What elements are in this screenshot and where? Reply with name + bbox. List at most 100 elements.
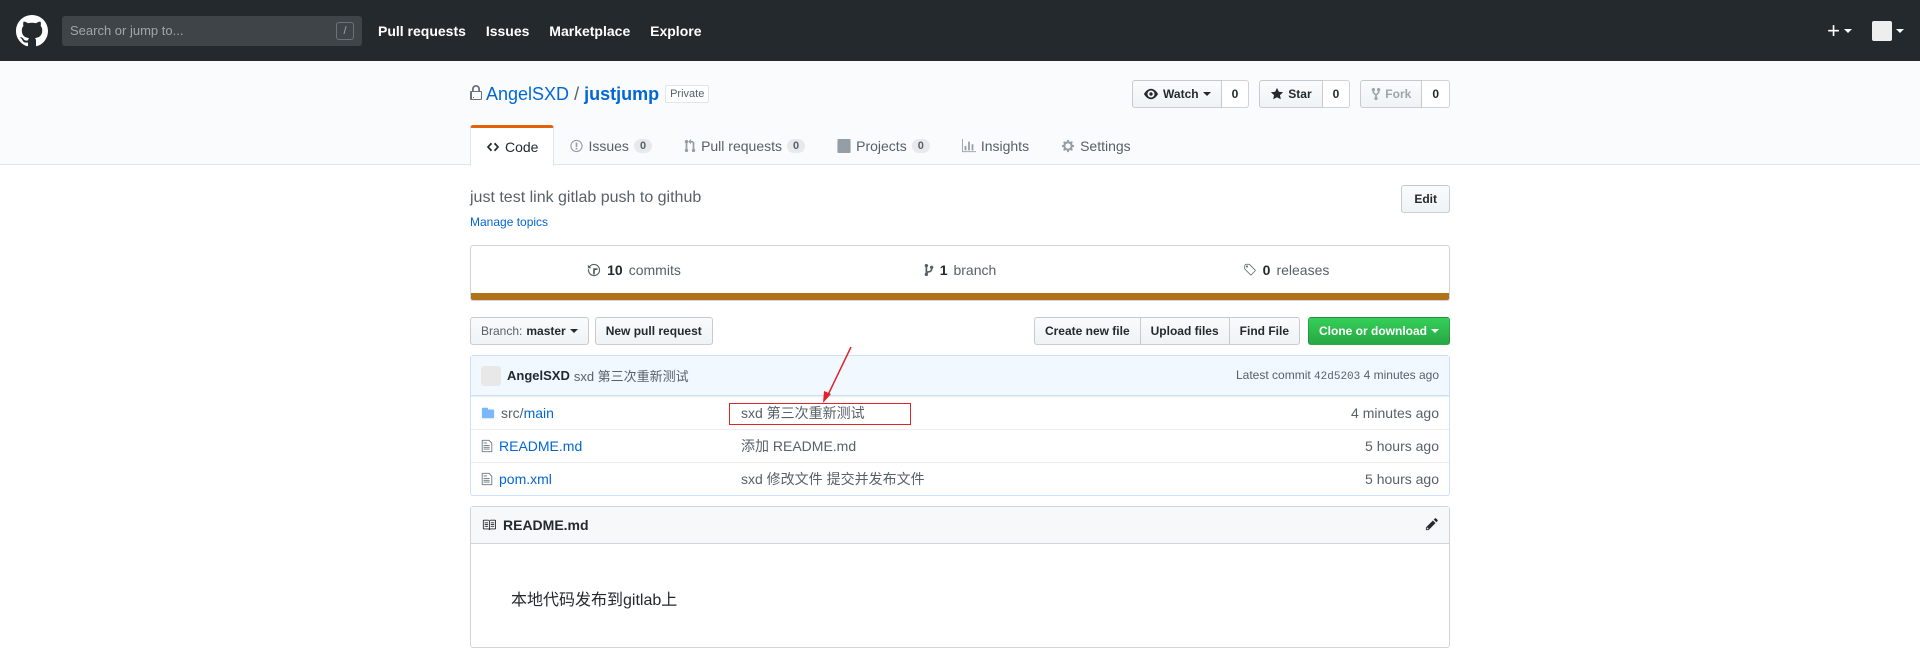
branches-link[interactable]: 1 branch xyxy=(797,246,1123,293)
edit-description-button[interactable]: Edit xyxy=(1401,185,1450,213)
watch-button[interactable]: Watch xyxy=(1132,80,1222,108)
star-icon xyxy=(1271,87,1284,100)
file-commit-message[interactable]: sxd 修改文件 提交并发布文件 xyxy=(741,469,1365,489)
avatar xyxy=(1872,20,1892,41)
nav-marketplace[interactable]: Marketplace xyxy=(549,23,630,39)
table-row[interactable]: pom.xml sxd 修改文件 提交并发布文件 5 hours ago xyxy=(471,462,1449,495)
tab-settings[interactable]: Settings xyxy=(1045,125,1147,165)
nav-issues[interactable]: Issues xyxy=(486,23,530,39)
create-new-menu[interactable]: + xyxy=(1827,18,1852,44)
commit-sha-link[interactable]: 42d5203 xyxy=(1314,371,1360,383)
dir-prefix: src/ xyxy=(501,405,524,421)
commits-link[interactable]: 10 commits xyxy=(471,246,797,293)
table-row[interactable]: README.md 添加 README.md 5 hours ago xyxy=(471,429,1449,462)
tab-label: Code xyxy=(505,139,539,155)
readme-title: README.md xyxy=(503,517,589,533)
watch-count[interactable]: 0 xyxy=(1221,80,1250,108)
new-pull-request-button[interactable]: New pull request xyxy=(594,317,713,345)
commit-author-link[interactable]: AngelSXD xyxy=(507,368,570,383)
file-navigation: Branch: master New pull request Create n… xyxy=(470,317,1450,345)
tab-projects[interactable]: Projects 0 xyxy=(821,125,946,165)
language-bar[interactable] xyxy=(470,293,1450,301)
manage-topics-link[interactable]: Manage topics xyxy=(470,215,548,229)
book-icon xyxy=(482,519,496,531)
search-box[interactable]: / xyxy=(62,15,362,46)
tab-counter: 0 xyxy=(787,138,806,153)
project-icon xyxy=(837,138,851,153)
folder-icon xyxy=(481,407,495,419)
nav-explore[interactable]: Explore xyxy=(650,23,701,39)
fork-label: Fork xyxy=(1385,87,1412,101)
commit-message[interactable]: sxd 第三次重新测试 xyxy=(574,366,689,385)
table-row[interactable]: src/main sxd 第三次重新测试 4 minutes ago xyxy=(471,396,1449,429)
tab-pull-requests[interactable]: Pull requests 0 xyxy=(668,125,821,165)
gear-icon xyxy=(1061,139,1075,152)
tab-label: Projects xyxy=(856,137,907,154)
global-nav: Pull requests Issues Marketplace Explore xyxy=(378,23,717,39)
pull-request-icon xyxy=(684,138,696,152)
branch-select-button[interactable]: Branch: master xyxy=(470,317,589,345)
file-age: 5 hours ago xyxy=(1365,471,1439,487)
annotation-arrow-icon xyxy=(823,346,852,403)
fork-count[interactable]: 0 xyxy=(1422,80,1450,108)
private-badge: Private xyxy=(665,85,710,103)
annotation-highlight-box xyxy=(729,403,911,425)
caret-down-icon xyxy=(1431,329,1439,333)
fork-icon xyxy=(1371,87,1381,101)
create-new-file-button[interactable]: Create new file xyxy=(1033,317,1141,345)
releases-count: 0 xyxy=(1262,261,1271,278)
star-label: Star xyxy=(1288,87,1312,101)
header-right: + xyxy=(1827,18,1904,44)
issue-icon xyxy=(570,139,584,152)
github-logo-icon[interactable] xyxy=(16,14,48,47)
caret-down-icon xyxy=(1844,28,1852,33)
nav-pull-requests[interactable]: Pull requests xyxy=(378,23,466,39)
tab-counter: 0 xyxy=(633,138,653,153)
caret-down-icon xyxy=(1896,28,1904,33)
tab-label: Pull requests xyxy=(701,137,782,154)
file-link[interactable]: README.md xyxy=(499,438,582,454)
lock-icon xyxy=(470,84,482,104)
pencil-icon[interactable] xyxy=(1425,517,1439,534)
graph-icon xyxy=(961,138,976,152)
clone-or-download-button[interactable]: Clone or download xyxy=(1308,317,1450,345)
file-age: 4 minutes ago xyxy=(1351,405,1439,421)
tab-label: Insights xyxy=(980,137,1030,154)
branch-label: branch xyxy=(953,261,997,278)
path-separator: / xyxy=(574,83,580,104)
branch-icon xyxy=(924,263,934,276)
file-link[interactable]: pom.xml xyxy=(499,471,552,487)
tab-issues[interactable]: Issues 0 xyxy=(554,125,668,165)
file-icon xyxy=(481,439,493,453)
tab-label: Issues xyxy=(588,137,629,154)
repo-tabs: Code Issues 0 Pull requests 0 Projects 0… xyxy=(470,125,1450,166)
repo-summary: 10 commits 1 branch 0 releases xyxy=(470,245,1450,293)
fork-button[interactable]: Fork xyxy=(1360,80,1423,108)
tab-code[interactable]: Code xyxy=(470,125,555,166)
branch-name: master xyxy=(526,324,566,338)
file-age: 5 hours ago xyxy=(1365,438,1439,454)
star-button[interactable]: Star xyxy=(1259,80,1323,108)
watch-label: Watch xyxy=(1163,87,1199,101)
branch-prefix: Branch: xyxy=(481,324,523,338)
repo-name-link[interactable]: justjump xyxy=(584,84,659,105)
latest-commit-prefix: Latest commit xyxy=(1236,368,1311,382)
latest-commit-bar: AngelSXD sxd 第三次重新测试 Latest commit 42d52… xyxy=(471,356,1449,396)
search-input[interactable] xyxy=(70,23,336,38)
find-file-button[interactable]: Find File xyxy=(1228,317,1300,345)
file-link[interactable]: src/main xyxy=(501,405,554,421)
upload-files-button[interactable]: Upload files xyxy=(1139,317,1230,345)
star-count[interactable]: 0 xyxy=(1322,80,1351,108)
file-commit-message[interactable]: 添加 README.md xyxy=(741,436,1365,456)
repo-owner-link[interactable]: AngelSXD xyxy=(486,84,569,105)
file-icon xyxy=(481,472,493,486)
caret-down-icon xyxy=(569,329,578,333)
branch-count: 1 xyxy=(939,261,948,278)
repo-content: just test link gitlab push to github Edi… xyxy=(470,185,1450,648)
releases-link[interactable]: 0 releases xyxy=(1123,246,1449,293)
file-table: AngelSXD sxd 第三次重新测试 Latest commit 42d52… xyxy=(470,355,1450,496)
user-menu[interactable] xyxy=(1872,20,1904,41)
tab-insights[interactable]: Insights xyxy=(946,125,1045,165)
avatar[interactable] xyxy=(481,365,501,386)
code-icon xyxy=(486,142,500,152)
